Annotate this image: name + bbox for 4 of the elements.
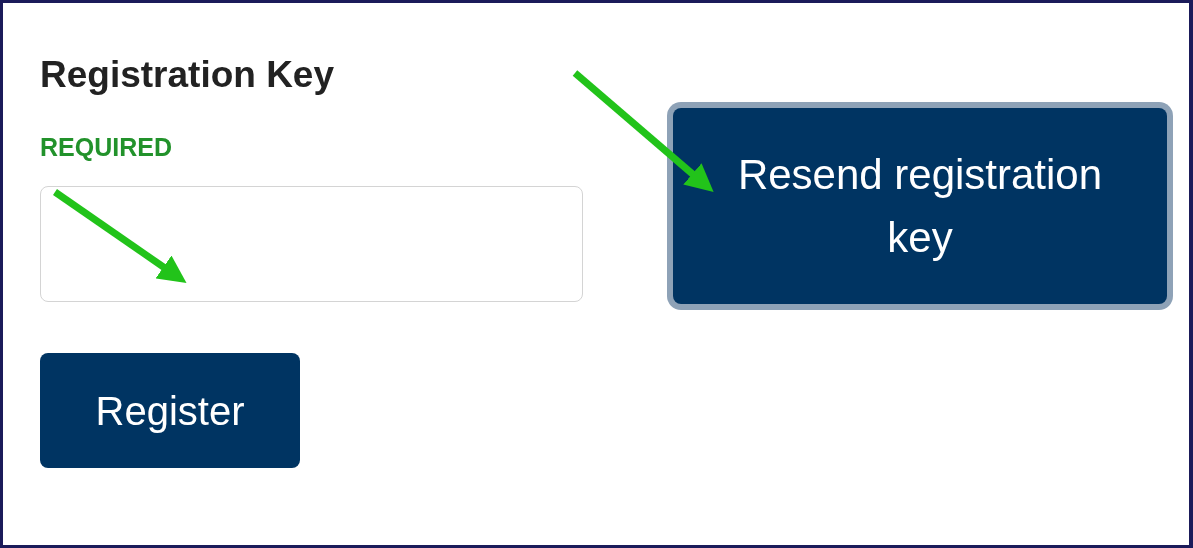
registration-key-field[interactable] [40, 186, 583, 303]
required-label: REQUIRED [40, 133, 173, 163]
register-button[interactable]: Register [40, 353, 300, 469]
section-heading: Registration Key [40, 53, 335, 97]
